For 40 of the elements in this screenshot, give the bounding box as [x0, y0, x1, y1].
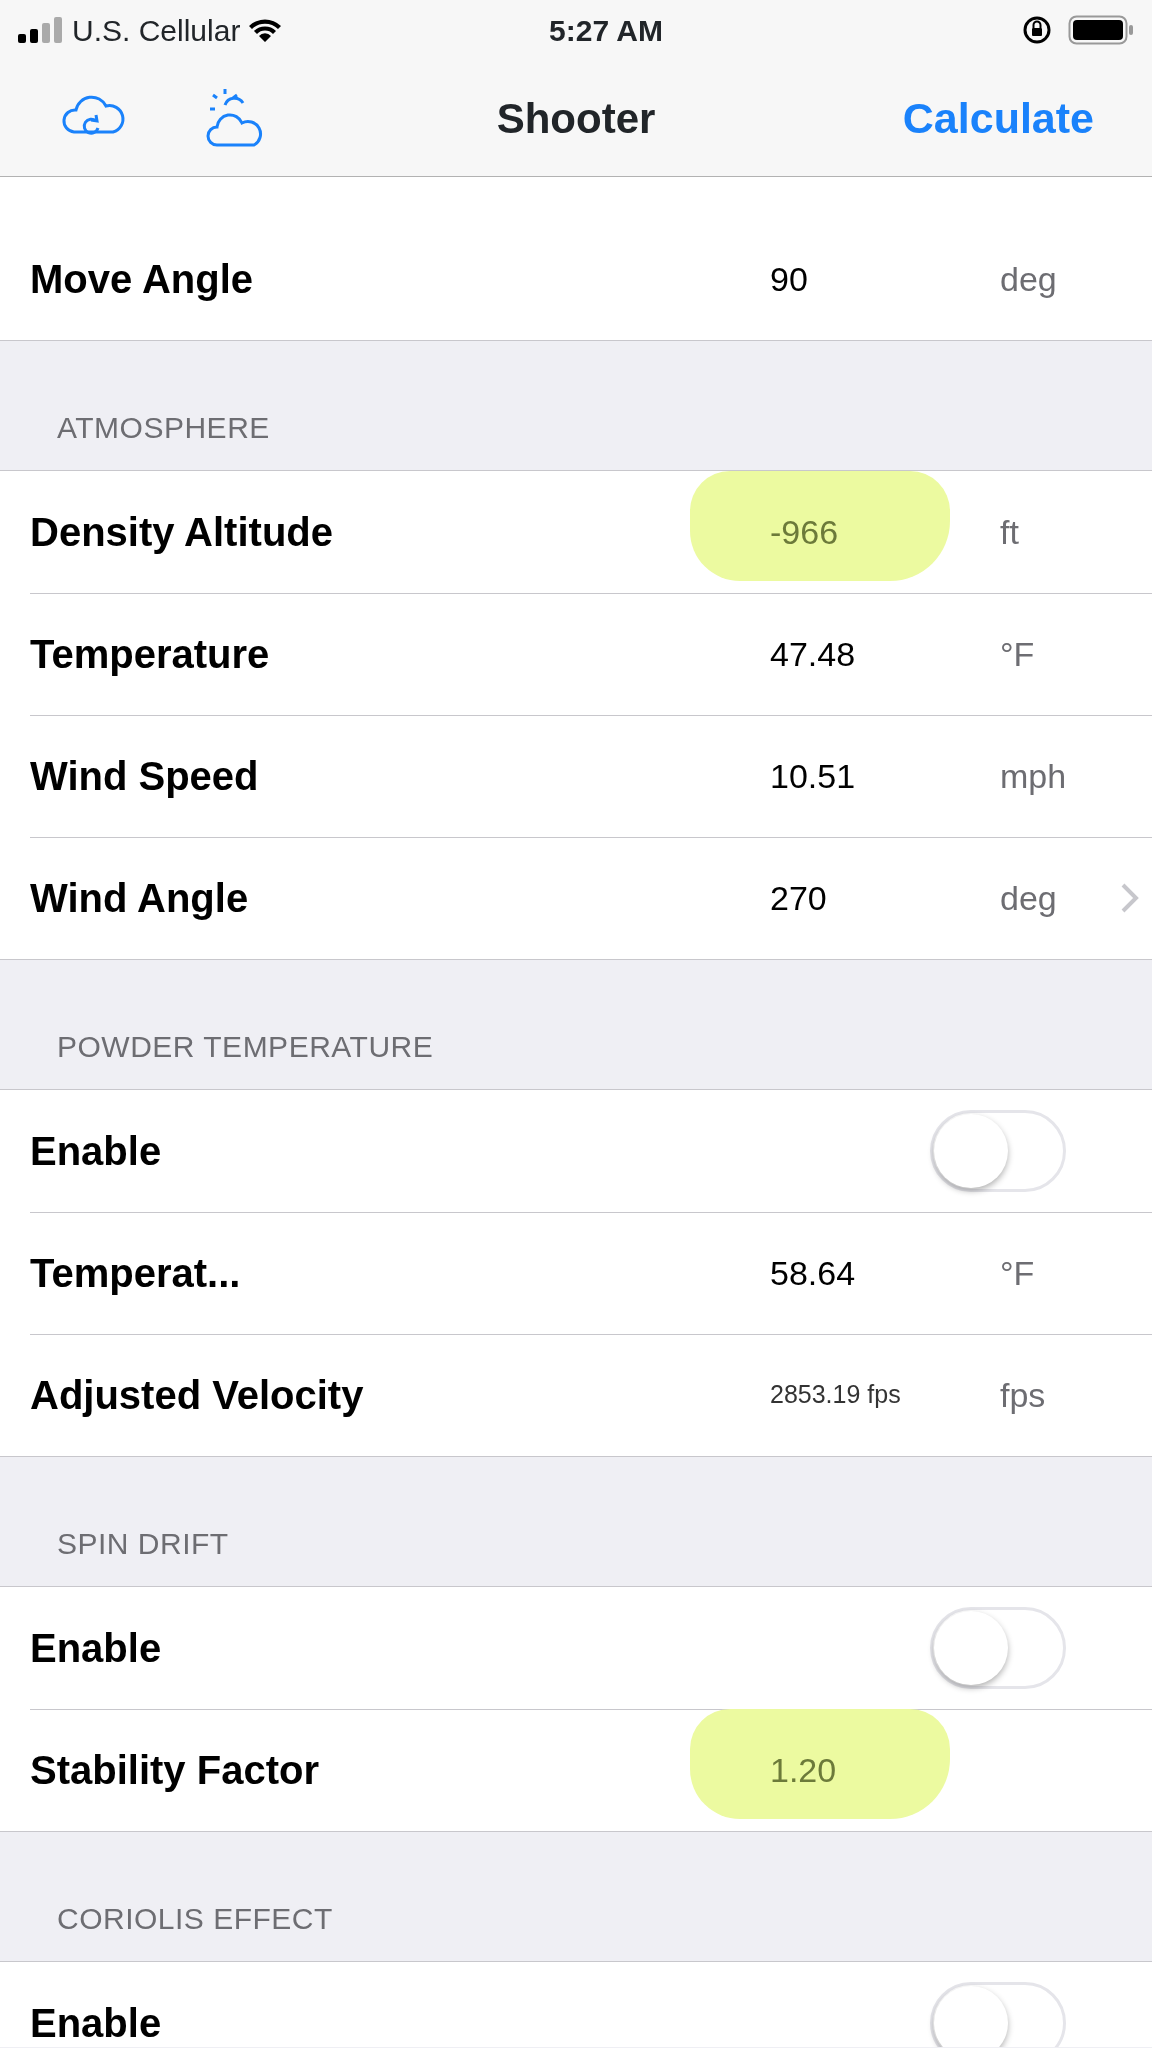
row-value: 270: [770, 877, 827, 919]
section-header: POWDER TEMPERATURE: [57, 1029, 434, 1065]
chevron-icon[interactable]: [1120, 882, 1140, 914]
wifi-icon: [248, 17, 283, 43]
unit-label: deg: [1000, 258, 1058, 300]
unit-label: °F: [1000, 633, 1036, 675]
row-value: -966: [770, 511, 839, 553]
row-value: 90: [770, 258, 808, 300]
section-header: ATMOSPHERE: [57, 410, 270, 446]
section-header: CORIOLIS EFFECT: [57, 1901, 333, 1937]
section-header: SPIN DRIFT: [57, 1526, 229, 1562]
row-label: Enable: [30, 2000, 163, 2047]
clock-time: 5:27 AM: [549, 13, 663, 47]
row-label: Density Altitude: [30, 509, 334, 556]
row-value: 58.64: [770, 1252, 856, 1294]
unit-label: deg: [1000, 877, 1058, 919]
signal-icon: [18, 17, 64, 43]
unit-label: mph: [1000, 755, 1068, 797]
row-label: Temperat...: [30, 1250, 242, 1297]
row-label: Adjusted Velocity: [30, 1372, 365, 1419]
row-label: Wind Speed: [30, 753, 260, 800]
row-label: Enable: [30, 1128, 163, 1175]
row-label: Stability Factor: [30, 1747, 320, 1794]
battery-icon: [1068, 15, 1134, 45]
screen-title: Shooter: [496, 93, 656, 144]
row-label: Temperature: [30, 631, 271, 678]
row-value: 47.48: [770, 633, 856, 675]
row-label: Move Angle: [30, 256, 254, 303]
row-value: 2853.19 fps: [770, 1379, 901, 1411]
row-value: 10.51: [770, 755, 856, 797]
unit-label: °F: [1000, 1252, 1036, 1294]
row-label: Wind Angle: [30, 875, 250, 922]
calculate-button[interactable]: Calculate: [902, 85, 1094, 151]
unit-label: ft: [1000, 511, 1020, 553]
row-label: Enable: [30, 1625, 163, 1672]
row-value: 1.20: [770, 1749, 837, 1791]
carrier-name: U.S. Cellular: [72, 12, 241, 49]
unit-label: fps: [1000, 1374, 1047, 1416]
rotation-lock-icon: [1022, 15, 1052, 45]
toggle-switch[interactable]: [930, 1982, 1066, 2047]
